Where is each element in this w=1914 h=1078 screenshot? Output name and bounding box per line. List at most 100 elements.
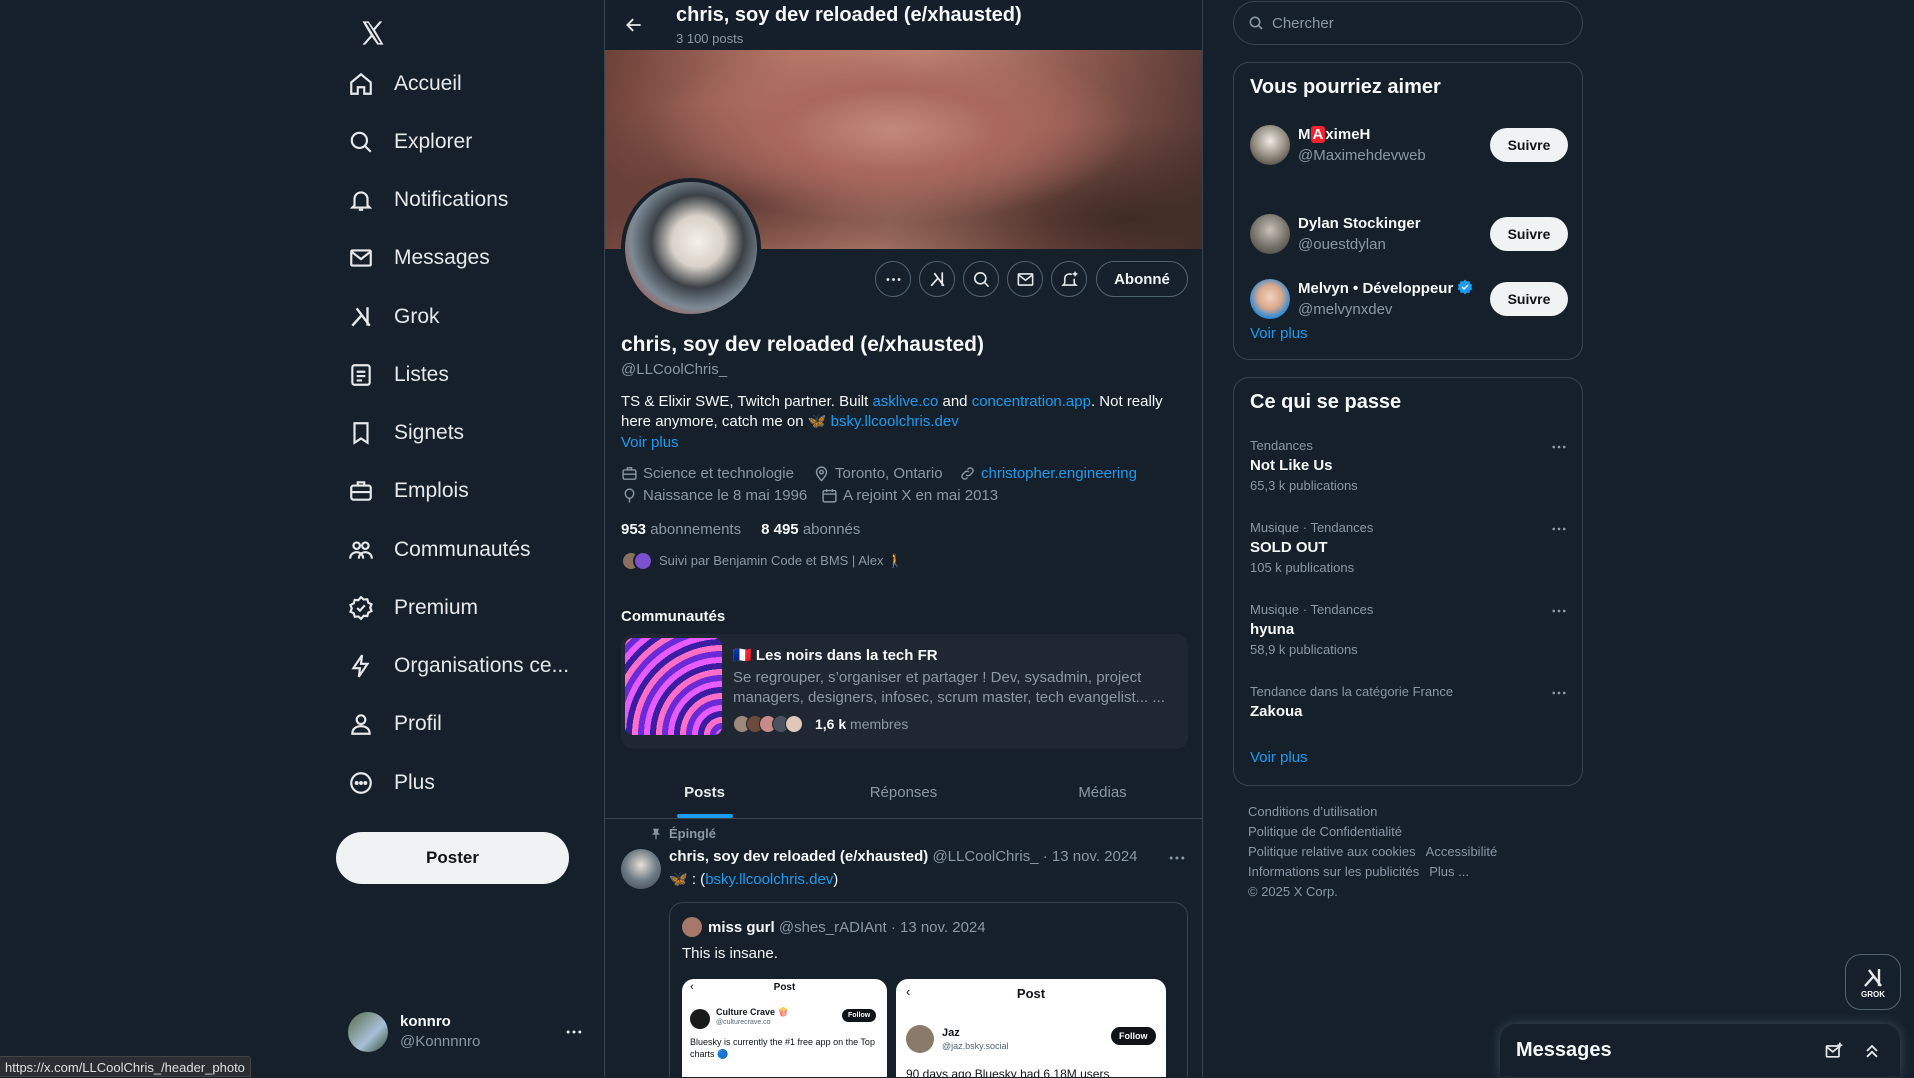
followers-link[interactable]: 8 495 abonnés bbox=[761, 521, 860, 538]
envelope-icon bbox=[1017, 272, 1033, 286]
profile-avatar[interactable] bbox=[621, 178, 761, 318]
bio-see-more-link[interactable]: Voir plus bbox=[621, 434, 679, 451]
quote-image-2[interactable]: ‹ Post Jaz @jaz.bsky.social Follow 90 da… bbox=[896, 979, 1166, 1077]
footer-link[interactable]: Accessibilité bbox=[1426, 844, 1498, 859]
trend-category: Musique · Tendances bbox=[1250, 602, 1374, 617]
tab-reponses[interactable]: Réponses bbox=[804, 766, 1003, 818]
suggestion-item[interactable]: Dylan Stockinger @ouestdylan Suivre bbox=[1250, 209, 1568, 259]
search-profile-button[interactable] bbox=[963, 261, 999, 297]
nav-item-plus[interactable]: Plus bbox=[336, 757, 435, 809]
more-horizontal-icon[interactable] bbox=[1550, 602, 1568, 620]
search-input[interactable] bbox=[1272, 14, 1552, 32]
chevron-left-icon: ‹ bbox=[906, 984, 911, 999]
bio-link-bsky[interactable]: bsky.llcoolchris.dev bbox=[831, 413, 959, 430]
tweet-more-button[interactable] bbox=[1167, 848, 1187, 873]
tweet-author[interactable]: chris, soy dev reloaded (e/xhausted) bbox=[669, 848, 928, 865]
trends-panel: Ce qui se passe Tendances Not Like Us 65… bbox=[1233, 377, 1583, 786]
post-button[interactable]: Poster bbox=[336, 832, 569, 884]
followed-by-text: Suivi par Benjamin Code et BMS | Alex 🚶 bbox=[659, 553, 904, 568]
nav-item-emplois[interactable]: Emplois bbox=[336, 465, 469, 517]
followed-by-link[interactable]: Suivi par Benjamin Code et BMS | Alex 🚶 bbox=[621, 551, 903, 571]
trend-title: SOLD OUT bbox=[1250, 539, 1328, 556]
butterfly-emoji: 🦋 bbox=[807, 413, 827, 430]
nav-item-premium[interactable]: Premium bbox=[336, 582, 478, 634]
grok-button[interactable] bbox=[919, 261, 955, 297]
follow-button[interactable]: Suivre bbox=[1490, 282, 1568, 316]
footer-link[interactable]: Politique de Confidentialité bbox=[1248, 824, 1402, 839]
nav-item-accueil[interactable]: Accueil bbox=[336, 58, 462, 110]
suggestion-handle: @ouestdylan bbox=[1298, 236, 1386, 253]
suggestion-item[interactable]: M AximeH @Maximehdevweb Suivre bbox=[1250, 120, 1568, 170]
profile-category: Science et technologie bbox=[621, 465, 794, 482]
location-text: Toronto, Ontario bbox=[835, 465, 943, 482]
website-link[interactable]: christopher.engineering bbox=[981, 465, 1137, 482]
community-card[interactable]: 🇫🇷 Les noirs dans la tech FR Se regroupe… bbox=[621, 634, 1188, 749]
notify-button[interactable] bbox=[1051, 261, 1087, 297]
shot-title: Post bbox=[1016, 986, 1046, 1001]
footer-link[interactable]: Informations sur les publicités bbox=[1248, 864, 1419, 879]
trend-item[interactable]: Musique · Tendances hyuna 58,9 k publica… bbox=[1250, 602, 1568, 657]
community-image bbox=[625, 638, 722, 735]
avatar bbox=[348, 1012, 388, 1052]
trend-item[interactable]: Musique · Tendances SOLD OUT 105 k publi… bbox=[1250, 520, 1568, 575]
nav-item-communautes[interactable]: Communautés bbox=[336, 524, 531, 576]
more-horizontal-icon bbox=[886, 277, 900, 281]
search-box[interactable] bbox=[1233, 1, 1583, 45]
x-logo-icon[interactable] bbox=[348, 8, 398, 58]
message-button[interactable] bbox=[1007, 261, 1043, 297]
avatar bbox=[682, 917, 702, 937]
footer-link[interactable]: Politique relative aux cookies bbox=[1248, 844, 1416, 859]
grok-floating-button[interactable]: GROK bbox=[1845, 954, 1901, 1010]
bio-text: TS & Elixir SWE, Twitch partner. Built bbox=[621, 393, 873, 410]
more-options-button[interactable] bbox=[875, 261, 911, 297]
follow-button[interactable]: Suivre bbox=[1490, 128, 1568, 162]
nav-item-explorer[interactable]: Explorer bbox=[336, 116, 472, 168]
tweet-link[interactable]: bsky.llcoolchris.dev bbox=[705, 871, 833, 888]
following-button[interactable]: Abonné bbox=[1096, 261, 1188, 297]
following-count: 953 bbox=[621, 521, 647, 538]
account-switcher[interactable]: konnro @Konnnnro bbox=[336, 1006, 592, 1058]
trend-item[interactable]: Tendance dans la catégorie France Zakoua bbox=[1250, 684, 1568, 720]
nav-item-organisations[interactable]: Organisations ce... bbox=[336, 640, 569, 692]
trend-item[interactable]: Tendances Not Like Us 65,3 k publication… bbox=[1250, 438, 1568, 493]
tab-medias[interactable]: Médias bbox=[1003, 766, 1202, 818]
following-link[interactable]: 953 abonnements bbox=[621, 521, 741, 538]
bio-link-asklive[interactable]: asklive.co bbox=[872, 393, 938, 410]
panel-title: Vous pourriez aimer bbox=[1250, 76, 1441, 98]
page-title: chris, soy dev reloaded (e/xhausted) bbox=[676, 4, 1022, 26]
nav-item-profil[interactable]: Profil bbox=[336, 698, 442, 750]
quote-image-1[interactable]: ‹ Post Culture Crave 🍿 @culturecrave.co … bbox=[682, 979, 887, 1077]
see-more-link[interactable]: Voir plus bbox=[1250, 325, 1308, 342]
follow-button[interactable]: Suivre bbox=[1490, 217, 1568, 251]
more-horizontal-icon[interactable] bbox=[1550, 684, 1568, 702]
nav-item-messages[interactable]: Messages bbox=[336, 232, 490, 284]
avatar bbox=[1250, 279, 1290, 319]
nav-item-signets[interactable]: Signets bbox=[336, 407, 464, 459]
footer-links: Conditions d’utilisation Politique de Co… bbox=[1248, 802, 1568, 902]
nav-label: Grok bbox=[394, 305, 440, 328]
chevron-double-up-icon[interactable] bbox=[1862, 1041, 1882, 1061]
footer-link[interactable]: Conditions d’utilisation bbox=[1248, 804, 1377, 819]
nav-label: Listes bbox=[394, 363, 449, 386]
bio-link-concentration[interactable]: concentration.app bbox=[972, 393, 1091, 410]
back-button[interactable] bbox=[617, 8, 651, 42]
search-icon bbox=[973, 271, 989, 287]
nav-item-notifications[interactable]: Notifications bbox=[336, 174, 508, 226]
suggestion-item[interactable]: Melvyn • Développeur @melvynxdev Suivre bbox=[1250, 274, 1568, 324]
nav-item-listes[interactable]: Listes bbox=[336, 349, 449, 401]
avatar[interactable] bbox=[621, 849, 661, 889]
messages-drawer[interactable]: Messages bbox=[1500, 1024, 1900, 1077]
tab-posts[interactable]: Posts bbox=[605, 766, 804, 818]
avatar bbox=[690, 1009, 710, 1029]
new-message-icon[interactable] bbox=[1824, 1041, 1844, 1061]
quoted-tweet[interactable]: miss gurl @shes_rADIAnt · 13 nov. 2024 T… bbox=[669, 902, 1188, 1077]
tweet-date[interactable]: 13 nov. 2024 bbox=[1052, 848, 1138, 865]
arrow-left-icon bbox=[626, 18, 641, 32]
more-horizontal-icon[interactable] bbox=[1550, 438, 1568, 456]
see-more-link[interactable]: Voir plus bbox=[1250, 749, 1308, 766]
home-icon bbox=[350, 72, 372, 95]
footer-link[interactable]: Plus ... bbox=[1429, 864, 1469, 879]
nav-item-grok[interactable]: Grok bbox=[336, 291, 440, 343]
more-horizontal-icon[interactable] bbox=[1550, 520, 1568, 538]
search-icon bbox=[350, 131, 372, 153]
